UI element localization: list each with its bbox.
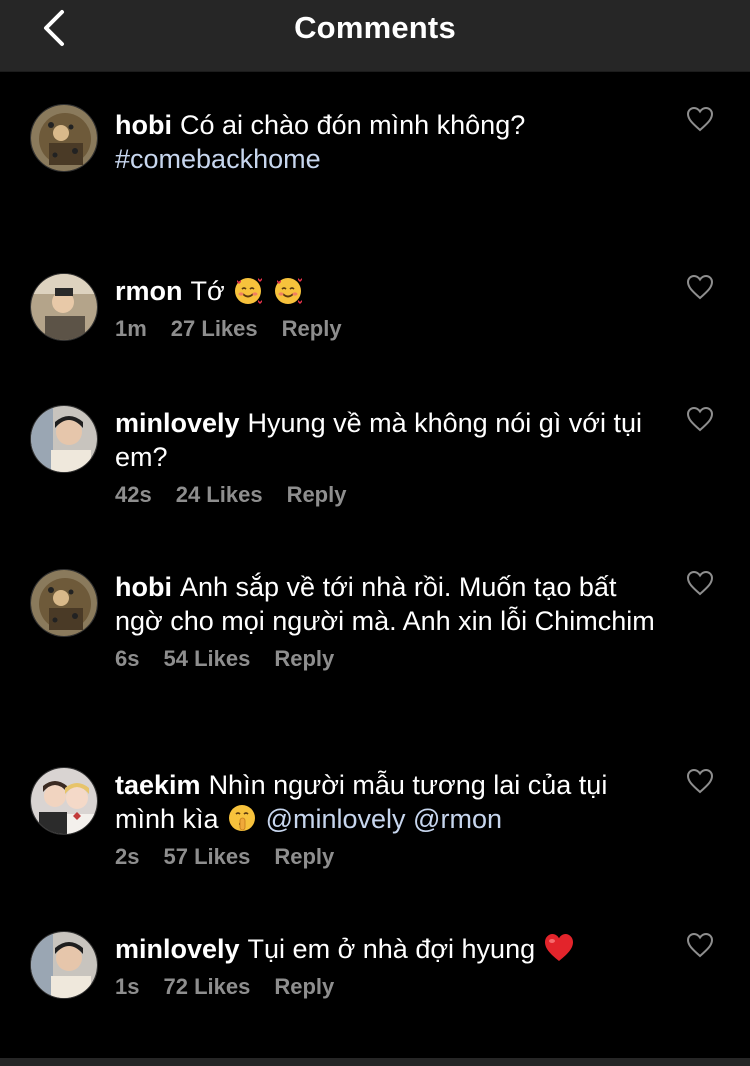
comment-time: 1s [115, 974, 140, 999]
comment-text: Tụi em ở nhà đợi hyung [247, 934, 536, 964]
reply-button[interactable]: Reply [274, 974, 334, 999]
smiling-face-with-hearts-icon [272, 274, 304, 306]
comment-username[interactable]: rmon [115, 276, 183, 306]
shushing-face-icon [226, 802, 258, 834]
comment-username[interactable]: minlovely [115, 408, 240, 438]
avatar[interactable] [30, 405, 98, 473]
mention-link[interactable]: @rmon [413, 804, 502, 834]
avatar[interactable] [30, 104, 98, 172]
reply-button[interactable]: Reply [274, 844, 334, 869]
smiling-face-with-hearts-icon [232, 274, 264, 306]
bottom-bar [0, 1058, 750, 1066]
comment-text: Có ai chào đón mình không? [179, 110, 526, 140]
red-heart-icon [543, 932, 575, 964]
like-count[interactable]: 27 Likes [171, 316, 258, 341]
comment-meta: 2s 57 Likes Reply [115, 842, 660, 872]
comment-username[interactable]: hobi [115, 110, 172, 140]
reply-button[interactable]: Reply [282, 316, 342, 341]
reply-button[interactable]: Reply [287, 482, 347, 507]
comment-meta: 1m 27 Likes Reply [115, 314, 660, 344]
page-title: Comments [294, 10, 456, 45]
hashtag-link[interactable]: #comebackhome [115, 144, 321, 174]
like-count[interactable]: 57 Likes [163, 844, 250, 869]
avatar[interactable] [30, 569, 98, 637]
heart-outline-icon[interactable] [686, 106, 714, 132]
reply-button[interactable]: Reply [274, 646, 334, 671]
comment-username[interactable]: hobi [115, 572, 172, 602]
like-count[interactable]: 72 Likes [163, 974, 250, 999]
comment-text: Tớ [190, 276, 225, 306]
avatar[interactable] [30, 931, 98, 999]
heart-outline-icon[interactable] [686, 932, 714, 958]
comment-username[interactable]: taekim [115, 770, 201, 800]
comment-meta: 6s 54 Likes Reply [115, 644, 660, 674]
comment-time: 2s [115, 844, 140, 869]
comment-meta: 1s 72 Likes Reply [115, 972, 660, 1002]
comment-text: Anh sắp về tới nhà rồi. Muốn tạo bất ngờ… [115, 572, 655, 636]
heart-outline-icon[interactable] [686, 274, 714, 300]
mention-link[interactable]: @minlovely [266, 804, 406, 834]
comment-time: 1m [115, 316, 147, 341]
heart-outline-icon[interactable] [686, 768, 714, 794]
like-count[interactable]: 54 Likes [163, 646, 250, 671]
comment-time: 6s [115, 646, 140, 671]
heart-outline-icon[interactable] [686, 570, 714, 596]
comment-meta: 42s 24 Likes Reply [115, 480, 660, 510]
header-bar: Comments [0, 0, 750, 72]
heart-outline-icon[interactable] [686, 406, 714, 432]
avatar[interactable] [30, 767, 98, 835]
comment-username[interactable]: minlovely [115, 934, 240, 964]
avatar[interactable] [30, 273, 98, 341]
comment-time: 42s [115, 482, 152, 507]
like-count[interactable]: 24 Likes [176, 482, 263, 507]
